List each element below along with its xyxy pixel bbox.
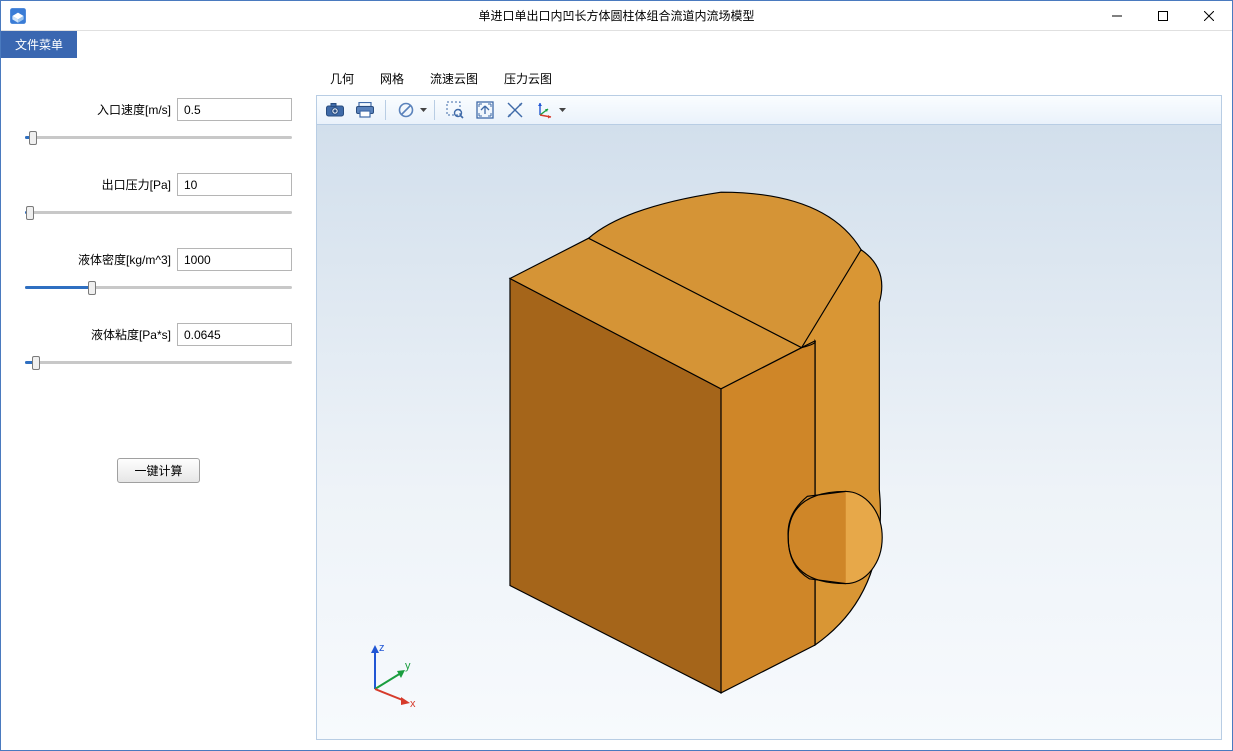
close-button[interactable] <box>1186 1 1232 30</box>
viscosity-label: 液体粘度[Pa*s] <box>91 326 171 343</box>
toolbar-separator <box>434 100 435 120</box>
triad-x-label: x <box>410 698 416 709</box>
compute-button[interactable]: 一键计算 <box>117 458 199 483</box>
inlet-velocity-label: 入口速度[m/s] <box>97 101 171 118</box>
app-icon <box>9 7 27 25</box>
param-inlet-velocity: 入口速度[m/s] <box>25 98 292 147</box>
param-outlet-pressure: 出口压力[Pa] <box>25 173 292 222</box>
fit-view-icon[interactable] <box>471 98 499 122</box>
density-slider[interactable] <box>25 277 292 297</box>
outlet-pressure-label: 出口压力[Pa] <box>102 176 171 193</box>
reset-view-icon[interactable] <box>501 98 529 122</box>
geometry-model <box>317 125 1221 739</box>
parameter-panel: 入口速度[m/s] 出口压力[Pa] <box>1 58 316 750</box>
zoom-select-icon[interactable] <box>441 98 469 122</box>
orientation-triad: z y x <box>355 639 425 709</box>
maximize-button[interactable] <box>1140 1 1186 30</box>
chevron-down-icon[interactable] <box>557 108 567 112</box>
print-icon[interactable] <box>351 98 379 122</box>
tab-mesh[interactable]: 网格 <box>376 68 408 89</box>
density-input[interactable] <box>177 248 292 271</box>
inlet-velocity-input[interactable] <box>177 98 292 121</box>
file-menu[interactable]: 文件菜单 <box>1 31 77 58</box>
viscosity-input[interactable] <box>177 323 292 346</box>
axes-icon[interactable] <box>531 98 559 122</box>
titlebar: 单进口单出口内凹长方体圆柱体组合流道内流场模型 <box>1 1 1232 31</box>
triad-z-label: z <box>379 642 385 654</box>
window-controls <box>1094 1 1232 30</box>
param-density: 液体密度[kg/m^3] <box>25 248 292 297</box>
viscosity-slider[interactable] <box>25 352 292 372</box>
content-panel: 几何 网格 流速云图 压力云图 <box>316 58 1232 750</box>
outlet-pressure-input[interactable] <box>177 173 292 196</box>
tab-pressure-contour[interactable]: 压力云图 <box>500 68 556 89</box>
geometry-viewport[interactable]: z y x <box>316 125 1222 740</box>
triad-y-label: y <box>405 660 411 672</box>
viewport-toolbar <box>316 95 1222 125</box>
density-label: 液体密度[kg/m^3] <box>78 251 171 268</box>
param-viscosity: 液体粘度[Pa*s] <box>25 323 292 372</box>
menubar: 文件菜单 <box>1 31 1232 58</box>
view-tabs: 几何 网格 流速云图 压力云图 <box>316 62 1222 95</box>
forbid-icon[interactable] <box>392 98 420 122</box>
app-window: 单进口单出口内凹长方体圆柱体组合流道内流场模型 文件菜单 入口速度[m/s] <box>0 0 1233 751</box>
camera-icon[interactable] <box>321 98 349 122</box>
tab-velocity-contour[interactable]: 流速云图 <box>426 68 482 89</box>
tab-geometry[interactable]: 几何 <box>326 68 358 89</box>
minimize-button[interactable] <box>1094 1 1140 30</box>
toolbar-separator <box>385 100 386 120</box>
outlet-pressure-slider[interactable] <box>25 202 292 222</box>
chevron-down-icon[interactable] <box>418 108 428 112</box>
window-title: 单进口单出口内凹长方体圆柱体组合流道内流场模型 <box>1 7 1232 24</box>
inlet-velocity-slider[interactable] <box>25 127 292 147</box>
